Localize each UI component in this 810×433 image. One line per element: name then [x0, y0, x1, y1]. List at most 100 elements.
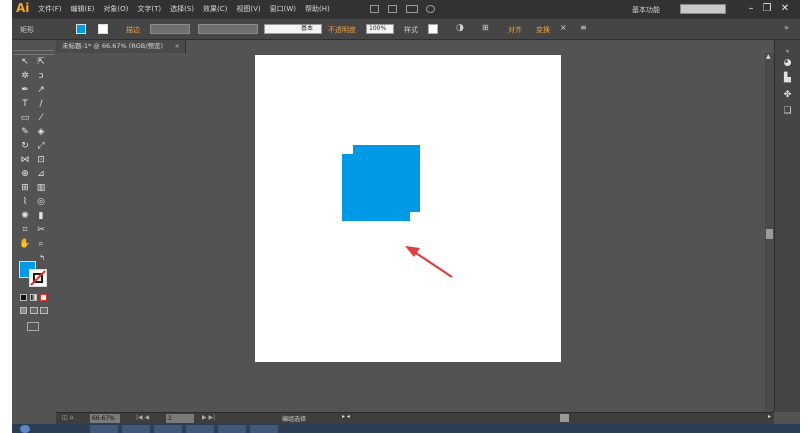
stock-icon[interactable] — [388, 5, 397, 13]
eyedropper-tool-icon[interactable]: ⌇ — [18, 196, 32, 209]
pen-tool-icon[interactable]: ✒ — [18, 84, 32, 97]
scale-tool-icon[interactable]: ⤢ — [34, 140, 48, 153]
curvature-tool-icon[interactable]: ↗ — [34, 84, 48, 97]
taskbar-app-6[interactable] — [250, 425, 278, 433]
slice-tool-icon[interactable]: ✂ — [34, 224, 48, 237]
shape-builder-tool-icon[interactable]: ⊕ — [18, 168, 32, 181]
arrange-documents-icon[interactable] — [406, 5, 418, 13]
taskbar-app-4[interactable] — [186, 425, 214, 433]
variable-width-dropdown[interactable] — [198, 24, 258, 34]
vertical-scrollbar[interactable]: ▲ — [765, 53, 774, 412]
opacity-label[interactable]: 不透明度 — [328, 25, 356, 35]
direct-selection-tool-icon[interactable]: ⇱ — [34, 56, 48, 69]
line-segment-tool-icon[interactable]: / — [34, 98, 48, 111]
artboard-nav-icon[interactable]: ◫ ⌂ — [62, 414, 73, 421]
gpu-performance-icon[interactable] — [426, 5, 435, 13]
scroll-right-icon[interactable]: ▸ — [768, 413, 771, 420]
color-panel-icon[interactable]: ◕ — [782, 58, 793, 69]
swap-fill-stroke-icon[interactable]: ↰ — [38, 252, 46, 265]
isolate-icon[interactable]: ⨯ — [560, 23, 567, 32]
color-mode-icon[interactable] — [20, 294, 27, 301]
vertical-scroll-thumb[interactable] — [766, 229, 773, 239]
rotate-tool-icon[interactable]: ↻ — [18, 140, 32, 153]
document-tab[interactable]: 未标题-1* @ 66.67% (RGB/预览) × — [56, 40, 186, 53]
screen-mode-icon[interactable] — [27, 322, 39, 331]
status-menu-icon[interactable]: ▸ ◂ — [342, 413, 350, 420]
swatches-panel-icon[interactable]: ▙ — [782, 73, 793, 84]
start-button-icon[interactable] — [20, 425, 30, 433]
control-menu-icon[interactable]: » — [784, 23, 789, 32]
taskbar-app-1[interactable] — [90, 425, 118, 433]
mesh-tool-icon[interactable]: ⊞ — [18, 182, 32, 195]
panel-menu-icon[interactable]: ≡ — [580, 23, 587, 32]
minimize-button[interactable]: – — [744, 2, 758, 15]
eraser-tool-icon[interactable]: ◈ — [34, 126, 48, 139]
scroll-up-icon[interactable]: ▲ — [766, 53, 771, 60]
next-artboard-icon[interactable]: ▶ ▶| — [202, 414, 215, 421]
free-transform-tool-icon[interactable]: ⊡ — [34, 154, 48, 167]
stroke-color-swatch[interactable] — [98, 24, 108, 34]
layers-panel-icon[interactable]: ❏ — [782, 106, 793, 117]
search-input[interactable] — [680, 4, 726, 14]
menu-window[interactable]: 窗口(W) — [270, 4, 296, 14]
zoom-field[interactable]: 66.67% — [90, 414, 120, 423]
draw-inside-icon[interactable] — [40, 307, 48, 314]
pencil-tool-icon[interactable]: ✎ — [18, 126, 32, 139]
artboard-number-field[interactable]: 1 — [166, 414, 194, 423]
restore-button[interactable]: ❐ — [760, 2, 774, 15]
blend-tool-icon[interactable]: ◎ — [34, 196, 48, 209]
paintbrush-tool-icon[interactable]: ⁄ — [34, 112, 48, 125]
artboard-tool-icon[interactable]: ⌗ — [18, 224, 32, 237]
menu-select[interactable]: 选择(S) — [170, 4, 194, 14]
bridge-icon[interactable] — [370, 5, 379, 13]
hand-tool-icon[interactable]: ✋ — [18, 238, 32, 251]
workspace-switcher[interactable]: 基本功能 — [632, 5, 660, 15]
selection-tool-icon[interactable]: ↖ — [18, 56, 32, 69]
close-button[interactable]: ✕ — [778, 2, 792, 15]
lasso-tool-icon[interactable]: ↄ — [34, 70, 48, 83]
stroke-swatch[interactable] — [29, 269, 47, 287]
fill-color-swatch[interactable] — [76, 24, 86, 34]
menu-type[interactable]: 文字(T) — [137, 4, 161, 14]
recolor-artwork-icon[interactable]: ◑ — [456, 23, 464, 33]
gradient-mode-icon[interactable] — [30, 294, 37, 301]
taskbar-app-5[interactable] — [218, 425, 246, 433]
align-to-icon[interactable]: ⊞ — [482, 23, 489, 32]
gradient-tool-icon[interactable]: ▥ — [34, 182, 48, 195]
transform-link[interactable]: 变换 — [536, 25, 550, 35]
zoom-tool-icon[interactable]: ⌕ — [34, 238, 48, 251]
brushes-panel-icon[interactable]: ✤ — [782, 90, 793, 101]
taskbar-app-2[interactable] — [122, 425, 150, 433]
draw-normal-icon[interactable] — [20, 307, 27, 314]
document-title: 未标题-1* @ 66.67% (RGB/预览) — [62, 42, 163, 50]
canvas-area[interactable] — [56, 53, 774, 412]
menu-file[interactable]: 文件(F) — [38, 4, 62, 14]
opacity-field[interactable]: 100% — [366, 24, 394, 34]
align-link[interactable]: 对齐 — [508, 25, 522, 35]
artboard[interactable] — [255, 55, 561, 362]
tools-panel-grip[interactable] — [14, 50, 54, 55]
symbol-sprayer-tool-icon[interactable]: ✺ — [18, 210, 32, 223]
type-tool-icon[interactable]: T — [18, 98, 32, 111]
magic-wand-tool-icon[interactable]: ✲ — [18, 70, 32, 83]
stroke-label[interactable]: 描边 — [126, 25, 140, 35]
taskbar-app-3[interactable] — [154, 425, 182, 433]
menu-effect[interactable]: 效果(C) — [203, 4, 227, 14]
brush-definition-dropdown[interactable]: 基本 — [264, 24, 322, 34]
width-tool-icon[interactable]: ⋈ — [18, 154, 32, 167]
stroke-weight-field[interactable] — [150, 24, 190, 34]
horizontal-scroll-thumb[interactable] — [560, 414, 569, 422]
column-graph-tool-icon[interactable]: ▮ — [34, 210, 48, 223]
expand-panels-icon[interactable]: « — [782, 46, 793, 57]
graphic-style-swatch[interactable] — [428, 24, 438, 34]
perspective-grid-tool-icon[interactable]: ⊿ — [34, 168, 48, 181]
draw-behind-icon[interactable] — [30, 307, 38, 314]
rectangle-tool-icon[interactable]: ▭ — [18, 112, 32, 125]
menu-help[interactable]: 帮助(H) — [305, 4, 330, 14]
first-artboard-icon[interactable]: |◀ ◀ — [136, 414, 149, 421]
menu-view[interactable]: 视图(V) — [236, 4, 260, 14]
close-tab-icon[interactable]: × — [175, 40, 180, 53]
none-mode-icon[interactable] — [40, 294, 47, 301]
menu-object[interactable]: 对象(O) — [103, 4, 128, 14]
menu-edit[interactable]: 编辑(E) — [71, 4, 95, 14]
